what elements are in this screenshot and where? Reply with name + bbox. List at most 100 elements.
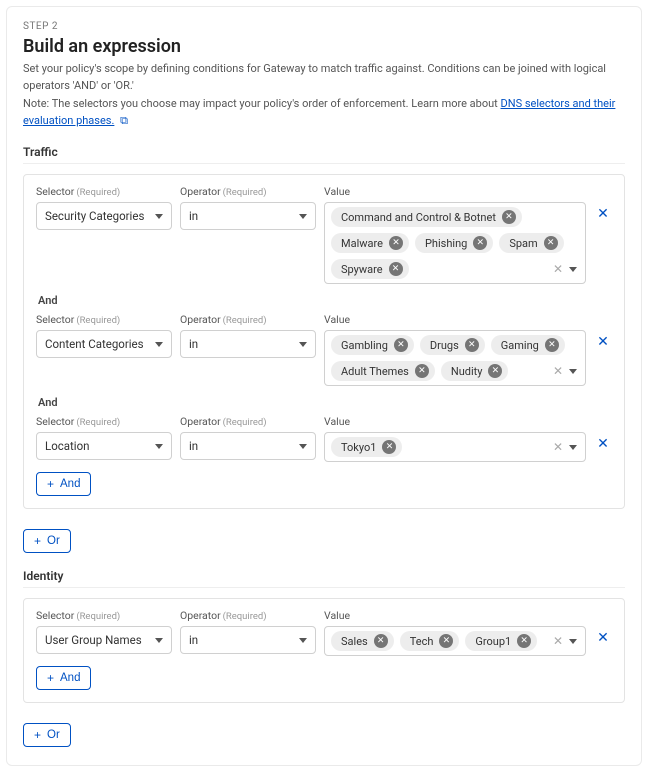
operator-label: Operator(Required) <box>180 609 316 622</box>
remove-tag-icon[interactable]: ✕ <box>517 634 531 648</box>
operator-value: in <box>189 439 198 453</box>
value-tag: Tech✕ <box>400 631 460 651</box>
add-or-button[interactable]: + Or <box>23 723 71 747</box>
value-tag: Spam✕ <box>499 233 563 253</box>
add-or-button[interactable]: + Or <box>23 529 71 553</box>
description-prefix: Note: The selectors you choose may impac… <box>23 97 501 110</box>
chevron-down-icon <box>155 638 163 643</box>
remove-tag-icon[interactable]: ✕ <box>389 236 403 250</box>
step-label: STEP 2 <box>23 21 625 32</box>
condition-row: Selector(Required) User Group Names Oper… <box>36 609 612 656</box>
value-tag: Spyware✕ <box>331 259 409 279</box>
selector-label: Selector(Required) <box>36 415 172 428</box>
selector-label: Selector(Required) <box>36 185 172 198</box>
selector-dropdown[interactable]: Content Categories <box>36 330 172 358</box>
operator-dropdown[interactable]: in <box>180 626 316 654</box>
clear-all-icon[interactable]: ✕ <box>553 364 563 378</box>
value-multiselect[interactable]: Tokyo1✕ ✕ <box>324 432 586 462</box>
remove-tag-icon[interactable]: ✕ <box>545 338 559 352</box>
remove-tag-icon[interactable]: ✕ <box>394 338 408 352</box>
chevron-down-icon[interactable] <box>569 639 577 644</box>
condition-row: Selector(Required) Content Categories Op… <box>36 313 612 386</box>
chevron-down-icon <box>299 638 307 643</box>
chevron-down-icon[interactable] <box>569 369 577 374</box>
chevron-down-icon <box>155 342 163 347</box>
plus-icon: + <box>34 535 41 547</box>
chevron-down-icon <box>299 342 307 347</box>
operator-value: in <box>189 337 198 351</box>
selector-value: Location <box>45 439 90 453</box>
value-tag: Command and Control & Botnet✕ <box>331 207 522 227</box>
chevron-down-icon[interactable] <box>569 267 577 272</box>
remove-tag-icon[interactable]: ✕ <box>382 440 396 454</box>
joiner-and: And <box>38 396 612 409</box>
selector-value: Security Categories <box>45 209 144 223</box>
description-line-1: Set your policy's scope by defining cond… <box>23 61 625 94</box>
value-tag: Sales✕ <box>331 631 394 651</box>
operator-dropdown[interactable]: in <box>180 202 316 230</box>
remove-tag-icon[interactable]: ✕ <box>389 262 403 276</box>
value-tag: Adult Themes✕ <box>331 361 435 381</box>
operator-value: in <box>189 209 198 223</box>
remove-tag-icon[interactable]: ✕ <box>502 210 516 224</box>
value-multiselect[interactable]: Gambling✕ Drugs✕ Gaming✕ Adult Themes✕ N… <box>324 330 586 386</box>
traffic-heading: Traffic <box>23 145 625 164</box>
remove-tag-icon[interactable]: ✕ <box>544 236 558 250</box>
selector-dropdown[interactable]: Location <box>36 432 172 460</box>
operator-label: Operator(Required) <box>180 313 316 326</box>
add-and-button[interactable]: + And <box>36 666 91 690</box>
value-label: Value <box>324 415 586 428</box>
selector-label: Selector(Required) <box>36 609 172 622</box>
value-label: Value <box>324 313 586 326</box>
remove-tag-icon[interactable]: ✕ <box>415 364 429 378</box>
chevron-down-icon <box>299 214 307 219</box>
remove-tag-icon[interactable]: ✕ <box>488 364 502 378</box>
remove-condition-icon[interactable]: ✕ <box>597 631 609 645</box>
value-tag: Malware✕ <box>331 233 409 253</box>
value-multiselect[interactable]: Sales✕ Tech✕ Group1✕ ✕ <box>324 626 586 656</box>
clear-all-icon[interactable]: ✕ <box>553 440 563 454</box>
description-line-2: Note: The selectors you choose may impac… <box>23 96 625 129</box>
clear-all-icon[interactable]: ✕ <box>553 262 563 276</box>
remove-tag-icon[interactable]: ✕ <box>465 338 479 352</box>
plus-icon: + <box>47 478 54 490</box>
value-label: Value <box>324 185 586 198</box>
remove-condition-icon[interactable]: ✕ <box>597 335 609 349</box>
selector-dropdown[interactable]: Security Categories <box>36 202 172 230</box>
clear-all-icon[interactable]: ✕ <box>553 634 563 648</box>
value-tag: Gambling✕ <box>331 335 414 355</box>
page-title: Build an expression <box>23 36 625 57</box>
value-tag: Drugs✕ <box>420 335 485 355</box>
chevron-down-icon <box>155 444 163 449</box>
operator-value: in <box>189 633 198 647</box>
remove-tag-icon[interactable]: ✕ <box>473 236 487 250</box>
selector-dropdown[interactable]: User Group Names <box>36 626 172 654</box>
operator-label: Operator(Required) <box>180 185 316 198</box>
operator-dropdown[interactable]: in <box>180 330 316 358</box>
selector-value: User Group Names <box>45 633 142 647</box>
operator-dropdown[interactable]: in <box>180 432 316 460</box>
value-tag: Gaming✕ <box>491 335 565 355</box>
remove-condition-icon[interactable]: ✕ <box>597 207 609 221</box>
traffic-group: Selector(Required) Security Categories O… <box>23 174 625 509</box>
value-tag: Phishing✕ <box>415 233 493 253</box>
condition-row: Selector(Required) Security Categories O… <box>36 185 612 284</box>
external-link-icon: ⧉ <box>120 114 128 127</box>
condition-row: Selector(Required) Location Operator(Req… <box>36 415 612 462</box>
joiner-and: And <box>38 294 612 307</box>
value-label: Value <box>324 609 586 622</box>
value-multiselect[interactable]: Command and Control & Botnet✕ Malware✕ P… <box>324 202 586 284</box>
chevron-down-icon <box>155 214 163 219</box>
selector-value: Content Categories <box>45 337 144 351</box>
operator-label: Operator(Required) <box>180 415 316 428</box>
remove-condition-icon[interactable]: ✕ <box>597 437 609 451</box>
value-tag: Group1✕ <box>465 631 537 651</box>
plus-icon: + <box>34 729 41 741</box>
remove-tag-icon[interactable]: ✕ <box>439 634 453 648</box>
chevron-down-icon[interactable] <box>569 445 577 450</box>
expression-builder-panel: STEP 2 Build an expression Set your poli… <box>6 6 642 766</box>
chevron-down-icon <box>299 444 307 449</box>
add-and-button[interactable]: + And <box>36 472 91 496</box>
plus-icon: + <box>47 672 54 684</box>
remove-tag-icon[interactable]: ✕ <box>374 634 388 648</box>
